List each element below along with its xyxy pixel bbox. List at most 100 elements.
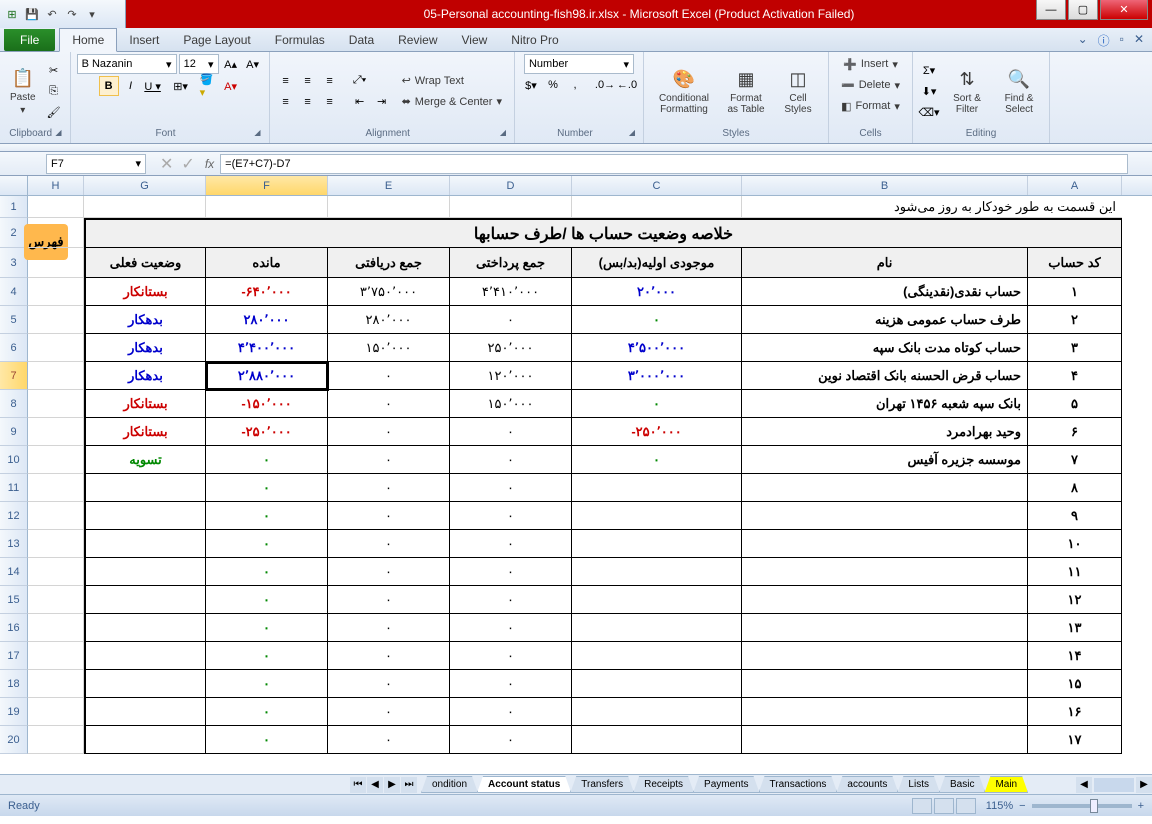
comma-format-icon[interactable]: , <box>565 75 585 95</box>
shrink-font-icon[interactable]: A▾ <box>243 54 263 74</box>
delete-cells-button[interactable]: ➖Delete ▾ <box>835 75 906 95</box>
wrap-text-button[interactable]: ↩Wrap Text <box>396 71 508 91</box>
cell-name[interactable] <box>742 726 1028 754</box>
cell-received[interactable]: ۰ <box>328 614 450 642</box>
cell-received[interactable]: ۲۸۰٬۰۰۰ <box>328 306 450 334</box>
cell-initial[interactable]: ۰ <box>572 390 742 418</box>
cell-paid[interactable]: ۰ <box>450 474 572 502</box>
sheet-tab[interactable]: Payments <box>693 776 759 793</box>
cell-received[interactable]: ۰ <box>328 558 450 586</box>
cell-balance[interactable]: ۰ <box>206 698 328 726</box>
cell-initial[interactable]: ۴٬۵۰۰٬۰۰۰ <box>572 334 742 362</box>
align-bottom-icon[interactable]: ≡ <box>320 71 340 91</box>
cell-received[interactable]: ۰ <box>328 362 450 390</box>
cell-initial[interactable] <box>572 642 742 670</box>
cell[interactable] <box>84 196 206 218</box>
formula-input[interactable]: =(E7+C7)-D7 <box>220 154 1128 174</box>
cell-balance[interactable]: ۰ <box>206 530 328 558</box>
conditional-formatting-button[interactable]: 🎨Conditional Formatting <box>650 65 718 117</box>
cell[interactable] <box>28 278 84 306</box>
orientation-icon[interactable]: ⤢▾ <box>350 71 370 91</box>
cell-received[interactable]: ۳٬۷۵۰٬۰۰۰ <box>328 278 450 306</box>
cell-status[interactable] <box>84 558 206 586</box>
sheet-tab[interactable]: Transfers <box>570 776 634 793</box>
redo-icon[interactable]: ↷ <box>64 6 80 22</box>
cell-name[interactable] <box>742 614 1028 642</box>
cell-name[interactable]: موسسه جزیره آفیس <box>742 446 1028 474</box>
restore-window-icon[interactable]: ▫ <box>1120 32 1124 49</box>
row-header[interactable]: 16 <box>0 614 28 642</box>
cell[interactable] <box>28 418 84 446</box>
alignment-launcher-icon[interactable]: ◢ <box>500 128 508 137</box>
cell-balance[interactable]: ۰ <box>206 726 328 754</box>
cancel-formula-icon[interactable]: ✕ <box>156 154 177 174</box>
cell-initial[interactable] <box>572 474 742 502</box>
cell-paid[interactable]: ۰ <box>450 614 572 642</box>
auto-update-note[interactable]: این قسمت به طور خودکار به روز می‌شود <box>742 196 1122 218</box>
col-header-E[interactable]: E <box>328 176 450 195</box>
tab-data[interactable]: Data <box>337 29 386 51</box>
table-title[interactable]: خلاصه وضعیت حساب ها /طرف حسابها <box>84 218 1122 248</box>
help-icon[interactable]: ⓘ <box>1098 32 1110 49</box>
normal-view-icon[interactable] <box>912 798 932 814</box>
cell-balance[interactable]: ۰ <box>206 446 328 474</box>
row-header[interactable]: 13 <box>0 530 28 558</box>
cell-status[interactable]: بدهکار <box>84 306 206 334</box>
cell[interactable] <box>450 196 572 218</box>
tab-pagelayout[interactable]: Page Layout <box>171 29 262 51</box>
select-all-corner[interactable] <box>0 176 28 195</box>
sheet-nav-first-icon[interactable]: ⏮ <box>350 777 366 793</box>
increase-decimal-icon[interactable]: .0→ <box>595 75 615 95</box>
cell-styles-button[interactable]: ◫Cell Styles <box>774 65 822 117</box>
col-header-B[interactable]: B <box>742 176 1028 195</box>
cell-received[interactable]: ۱۵۰٬۰۰۰ <box>328 334 450 362</box>
cell-code[interactable]: ۱۵ <box>1028 670 1122 698</box>
cell-balance[interactable]: ۶۴۰٬۰۰۰- <box>206 278 328 306</box>
cell-status[interactable] <box>84 726 206 754</box>
cell-status[interactable] <box>84 474 206 502</box>
align-right-icon[interactable]: ≡ <box>320 92 340 112</box>
fill-icon[interactable]: ⬇▾ <box>919 81 939 101</box>
maximize-button[interactable]: ▢ <box>1068 0 1098 20</box>
font-size-combo[interactable]: 12▾ <box>179 54 219 74</box>
grow-font-icon[interactable]: A▴ <box>221 54 241 74</box>
cut-icon[interactable]: ✂ <box>44 60 64 80</box>
header-name[interactable]: نام <box>742 248 1028 278</box>
cell-paid[interactable]: ۰ <box>450 726 572 754</box>
tab-review[interactable]: Review <box>386 29 449 51</box>
cell[interactable] <box>28 530 84 558</box>
cell-balance[interactable]: ۰ <box>206 586 328 614</box>
row-header[interactable]: 8 <box>0 390 28 418</box>
row-header[interactable]: 18 <box>0 670 28 698</box>
align-left-icon[interactable]: ≡ <box>276 92 296 112</box>
cell-name[interactable] <box>742 698 1028 726</box>
cell-code[interactable]: ۷ <box>1028 446 1122 474</box>
row-header[interactable]: 5 <box>0 306 28 334</box>
col-header-F[interactable]: F <box>206 176 328 195</box>
cell-paid[interactable]: ۰ <box>450 586 572 614</box>
cell[interactable] <box>28 362 84 390</box>
cell[interactable] <box>28 586 84 614</box>
cell-paid[interactable]: ۰ <box>450 558 572 586</box>
cell-code[interactable]: ۱۷ <box>1028 726 1122 754</box>
indent-increase-icon[interactable]: ⇥ <box>372 92 392 112</box>
cell-paid[interactable]: ۲۵۰٬۰۰۰ <box>450 334 572 362</box>
cell-code[interactable]: ۱ <box>1028 278 1122 306</box>
cell-code[interactable]: ۸ <box>1028 474 1122 502</box>
cell-initial[interactable] <box>572 586 742 614</box>
spreadsheet-grid[interactable]: فهرس H G F E D C B A 1 این قسمت به طور خ… <box>0 176 1152 774</box>
cell-status[interactable]: تسویه <box>84 446 206 474</box>
minimize-button[interactable]: — <box>1036 0 1066 20</box>
tab-home[interactable]: Home <box>59 28 117 52</box>
row-header[interactable]: 9 <box>0 418 28 446</box>
cell-balance[interactable]: ۲٬۸۸۰٬۰۰۰ <box>206 362 328 390</box>
page-break-view-icon[interactable] <box>956 798 976 814</box>
cell-code[interactable]: ۶ <box>1028 418 1122 446</box>
cell-paid[interactable]: ۱۵۰٬۰۰۰ <box>450 390 572 418</box>
cell-status[interactable] <box>84 698 206 726</box>
underline-button[interactable]: U ▾ <box>143 76 163 96</box>
tab-view[interactable]: View <box>450 29 500 51</box>
cell-paid[interactable]: ۰ <box>450 642 572 670</box>
cell-received[interactable]: ۰ <box>328 698 450 726</box>
format-cells-button[interactable]: ◧Format ▾ <box>835 96 906 116</box>
